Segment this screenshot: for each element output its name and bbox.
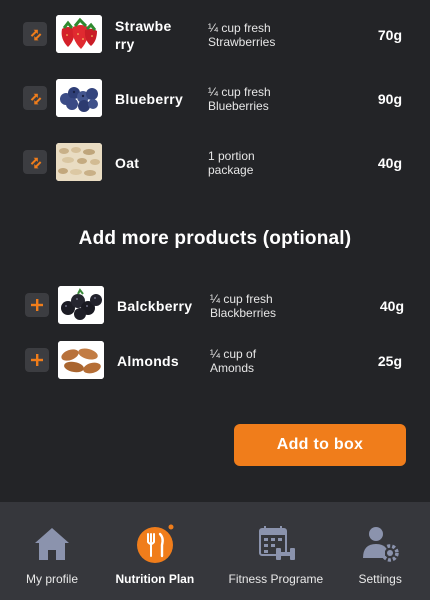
product-description: 1 portion package <box>208 149 255 177</box>
product-name: Oat <box>115 155 140 171</box>
product-row-blueberry: Blueberry ¼ cup fresh Blueberries 90g <box>0 72 430 124</box>
swap-icon <box>30 93 42 105</box>
user-gear-icon <box>363 527 399 562</box>
nav-label: Settings <box>358 572 402 586</box>
product-row-oat: Oat 1 portion package 40g <box>0 136 430 188</box>
blackberry-image <box>58 286 104 324</box>
product-description: ¼ cup fresh Blueberries <box>208 85 271 113</box>
product-quantity: 40g <box>379 298 404 314</box>
strawberry-image <box>56 15 102 53</box>
product-name: Balckberry <box>117 298 193 314</box>
plus-icon <box>31 299 43 311</box>
product-quantity: 90g <box>377 91 402 107</box>
home-icon <box>35 528 69 560</box>
product-name: Blueberry <box>115 91 184 107</box>
oat-image <box>56 143 102 181</box>
swap-button[interactable] <box>23 150 47 174</box>
swap-icon <box>30 29 42 41</box>
product-quantity: 70g <box>377 27 402 43</box>
add-to-box-button[interactable]: Add to box <box>234 424 406 466</box>
product-description: ¼ cup of Amonds <box>210 347 257 375</box>
nav-item-my-profile[interactable]: My profile <box>12 502 92 600</box>
nutrition-plan-screen: Strawbe rry ¼ cup fresh Strawberries 70g <box>0 0 430 600</box>
optional-row-blackberry: Balckberry ¼ cup fresh Blackberries 40g <box>0 279 430 331</box>
add-button[interactable] <box>25 348 49 372</box>
nav-item-settings[interactable]: Settings <box>350 502 410 600</box>
calendar-dumbbell-icon <box>259 526 295 560</box>
nav-label: Fitness Programe <box>228 572 324 586</box>
swap-icon <box>30 157 42 169</box>
product-row-strawberry: Strawbe rry ¼ cup fresh Strawberries 70g <box>0 8 430 60</box>
product-quantity: 25g <box>377 353 402 369</box>
nav-label: My profile <box>26 572 79 586</box>
nav-item-nutrition-plan[interactable]: Nutrition Plan <box>104 502 206 600</box>
add-button[interactable] <box>25 293 49 317</box>
swap-button[interactable] <box>23 86 47 110</box>
almond-image <box>58 341 104 379</box>
optional-row-almonds: Almonds ¼ cup of Amonds 25g <box>0 334 430 386</box>
product-quantity: 40g <box>377 155 402 171</box>
plus-icon <box>31 354 43 366</box>
product-name: Strawbe rry <box>115 18 172 52</box>
blueberry-image <box>56 79 102 117</box>
swap-button[interactable] <box>23 22 47 46</box>
nav-label: Nutrition Plan <box>115 572 195 586</box>
product-description: ¼ cup fresh Blackberries <box>210 292 277 320</box>
optional-section-title: Add more products (optional) <box>78 228 352 249</box>
product-name: Almonds <box>117 353 179 369</box>
nav-item-fitness-programe[interactable]: Fitness Programe <box>222 502 330 600</box>
product-description: ¼ cup fresh Strawberries <box>208 21 276 49</box>
bottom-navigation: My profile Nutrition Plan Fitness Progra… <box>0 502 430 600</box>
utensils-icon <box>137 524 174 563</box>
